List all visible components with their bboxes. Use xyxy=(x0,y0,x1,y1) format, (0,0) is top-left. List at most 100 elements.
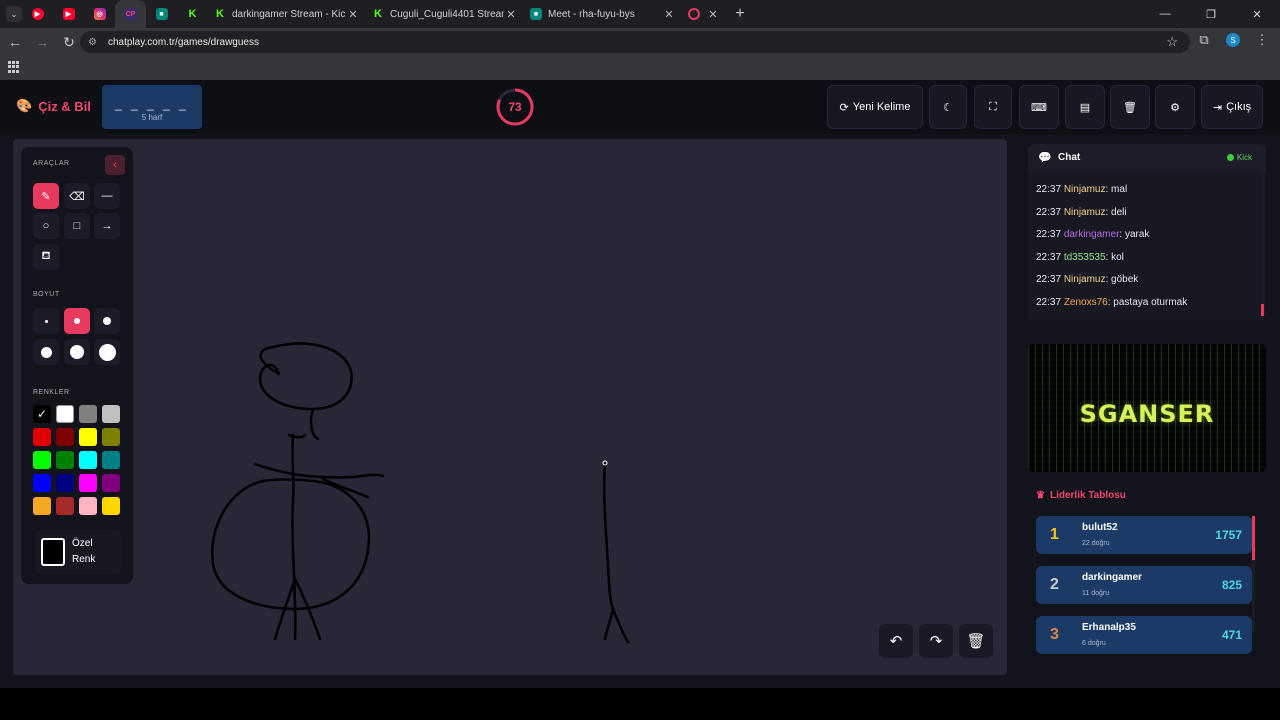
tab-kick-dashboard[interactable]: K darkingamer Stream - Kick Dash ✕ xyxy=(208,0,366,28)
palette-icon: 🎨 xyxy=(16,98,33,113)
tab-close-icon[interactable]: ✕ xyxy=(662,8,676,21)
player-score: 1757 xyxy=(1215,528,1242,542)
size-2-button[interactable] xyxy=(64,308,90,334)
colors-section-label: RENKLER xyxy=(33,389,70,396)
minimize-icon[interactable]: — xyxy=(1142,0,1188,28)
tab-meet[interactable]: ■ Meet - rha-fuyu-bys ✕ xyxy=(524,0,682,28)
eraser-tool-button[interactable]: ⌫ xyxy=(64,183,90,209)
color-swatch[interactable] xyxy=(56,405,74,423)
fill-tool-button[interactable]: ⛾ xyxy=(33,244,59,270)
forward-icon[interactable]: → xyxy=(30,30,54,54)
color-swatch[interactable] xyxy=(79,451,97,469)
color-swatch[interactable] xyxy=(33,451,51,469)
size-6-button[interactable] xyxy=(94,339,120,365)
message-user[interactable]: Ninjamuz xyxy=(1064,184,1106,195)
message-user[interactable]: darkingamer xyxy=(1064,229,1120,240)
bookmark-star-icon[interactable]: ☆ xyxy=(1166,34,1178,50)
chat-scrollbar[interactable] xyxy=(1261,174,1264,316)
size-3-button[interactable] xyxy=(94,308,120,334)
color-swatch[interactable] xyxy=(102,405,120,423)
logout-icon: ⇥ xyxy=(1212,101,1223,114)
extensions-icon[interactable]: ⧉ xyxy=(1194,32,1214,48)
maximize-icon[interactable]: ❐ xyxy=(1188,0,1234,28)
tab-close-icon[interactable]: ✕ xyxy=(706,8,720,21)
size-4-button[interactable] xyxy=(33,339,59,365)
color-swatch[interactable] xyxy=(56,474,74,492)
new-tab-icon[interactable]: + xyxy=(728,5,752,23)
pinned-tab-chatplay[interactable]: CP xyxy=(115,0,146,28)
message-user[interactable]: td353535 xyxy=(1064,252,1106,263)
clear-canvas-button[interactable]: 🗑 xyxy=(959,624,993,658)
size-1-button[interactable] xyxy=(33,308,59,334)
rectangle-tool-button[interactable]: □ xyxy=(64,213,90,239)
color-swatch[interactable] xyxy=(79,474,97,492)
url-input[interactable]: ⚙ chatplay.com.tr/games/drawguess ☆ xyxy=(80,31,1190,53)
collapse-panel-button[interactable]: ‹ xyxy=(105,155,125,175)
exit-button[interactable]: ⇥ Çıkış xyxy=(1201,85,1263,129)
back-icon[interactable]: ← xyxy=(3,30,27,54)
color-swatch[interactable]: ✓ xyxy=(33,405,51,423)
keyboard-button[interactable]: ⌨ xyxy=(1019,85,1059,129)
redo-button[interactable]: ↷ xyxy=(919,624,953,658)
message-user[interactable]: Ninjamuz xyxy=(1064,207,1106,218)
color-swatch[interactable] xyxy=(33,474,51,492)
chat-bubbles-icon: 💬 xyxy=(1038,152,1052,164)
tab-search-icon[interactable]: ⌄ xyxy=(6,6,22,22)
leaderboard-scrollbar[interactable] xyxy=(1252,516,1255,632)
close-window-icon[interactable]: ✕ xyxy=(1234,0,1280,28)
clear-button[interactable]: 🗑 xyxy=(1110,85,1150,129)
archive-button[interactable]: ▤ xyxy=(1065,85,1105,129)
profile-avatar[interactable]: S xyxy=(1226,33,1240,47)
fullscreen-button[interactable]: ⛶ xyxy=(974,85,1012,129)
chatplay-icon: CP xyxy=(124,8,137,20)
line-tool-button[interactable]: — xyxy=(94,183,120,209)
custom-color-button[interactable]: Özel Renk xyxy=(35,530,121,574)
circle-tool-button[interactable]: ○ xyxy=(33,213,59,239)
apps-grid-icon[interactable] xyxy=(8,61,20,73)
new-word-button[interactable]: ⟳ Yeni Kelime xyxy=(827,85,923,129)
color-swatch[interactable] xyxy=(79,497,97,515)
tab-close-icon[interactable]: ✕ xyxy=(346,8,360,21)
color-swatch[interactable] xyxy=(56,428,74,446)
dark-mode-button[interactable]: ☾ xyxy=(929,85,967,129)
color-swatch[interactable] xyxy=(79,405,97,423)
pen-tool-button[interactable]: ✎ xyxy=(33,183,59,209)
reload-icon[interactable]: ↻ xyxy=(57,30,81,54)
pinned-tab-kick[interactable]: K xyxy=(177,0,208,28)
tab-kick-stream[interactable]: K Cuguli_Cuguli4401 Stream - W ✕ xyxy=(366,0,524,28)
chat-title: Chat xyxy=(1058,152,1081,163)
color-swatch[interactable] xyxy=(102,428,120,446)
message-user[interactable]: Zenoxs76 xyxy=(1064,297,1108,308)
undo-button[interactable]: ↶ xyxy=(879,624,913,658)
platform-name: Kick xyxy=(1236,153,1252,162)
message-time: 22:37 xyxy=(1036,206,1062,218)
color-swatch[interactable] xyxy=(56,451,74,469)
pinned-tab-meet[interactable]: ■ xyxy=(146,0,177,28)
message-user[interactable]: Ninjamuz xyxy=(1064,274,1106,285)
menu-kebab-icon[interactable]: ⋮ xyxy=(1252,32,1272,48)
size-5-button[interactable] xyxy=(64,339,90,365)
browser-tabstrip: ⌄ ▶ ▶ ◎ CP ■ K K darkingamer Stream - Ki… xyxy=(0,0,1280,28)
pinned-tab-youtube-music[interactable]: ▶ xyxy=(22,0,53,28)
message-text: : pastaya oturmak xyxy=(1107,297,1188,308)
pinned-tab-instagram[interactable]: ◎ xyxy=(84,0,115,28)
youtube-icon: ▶ xyxy=(62,8,75,20)
color-swatch[interactable] xyxy=(33,497,51,515)
settings-button[interactable]: ⚙ xyxy=(1155,85,1195,129)
tab-close-icon[interactable]: ✕ xyxy=(504,8,518,21)
banner-logo-text: SGANSER xyxy=(1079,400,1215,428)
pinned-tab-youtube[interactable]: ▶ xyxy=(53,0,84,28)
drawing-canvas[interactable] xyxy=(13,139,1007,675)
arrow-tool-button[interactable]: → xyxy=(94,213,120,239)
tab-recording[interactable]: ✕ xyxy=(682,0,728,28)
color-swatch[interactable] xyxy=(56,497,74,515)
custom-color-preview xyxy=(41,538,65,566)
color-swatch[interactable] xyxy=(102,451,120,469)
site-info-icon[interactable]: ⚙ xyxy=(88,37,102,48)
color-swatch[interactable] xyxy=(79,428,97,446)
leaderboard-header: ♛ Liderlik Tablosu xyxy=(1036,490,1126,501)
word-length: 5 harf xyxy=(141,113,163,122)
color-swatch[interactable] xyxy=(33,428,51,446)
color-swatch[interactable] xyxy=(102,474,120,492)
color-swatch[interactable] xyxy=(102,497,120,515)
